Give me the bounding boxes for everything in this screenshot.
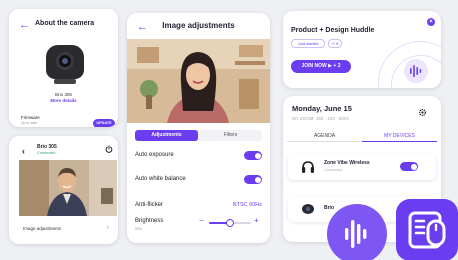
chevron-right-icon: › [106,224,109,231]
gear-icon[interactable] [418,108,427,117]
firmware-label: Firmware [21,115,40,120]
device-row[interactable]: Zone Vibe Wireless Connected [288,154,436,180]
more-details-link[interactable]: More details [9,98,118,103]
camera-preview-video [127,39,270,123]
brightness-increase-button[interactable]: + [254,216,259,225]
auto-white-balance-toggle[interactable] [244,175,262,184]
camera-model: Brio 305 [55,92,72,97]
anti-flicker-select[interactable]: NTSC 60Hz [233,202,262,208]
device-name: Brio 305 [37,144,57,150]
camera-preview-video [19,160,117,216]
auto-exposure-toggle[interactable] [244,151,262,160]
about-camera-title: About the camera [35,20,95,27]
brightness-decrease-button[interactable]: − [199,216,204,225]
camera-preview-card: ‹ Brio 305 Connected Image adjustments › [9,136,118,244]
brightness-value: 50% [135,227,143,231]
tab-filters[interactable]: Filters [199,130,262,141]
tab-adjustments[interactable]: Adjustments [135,130,198,141]
device-name: Zone Vibe Wireless [324,160,370,166]
device-status: Connected [37,151,56,155]
device-toggle[interactable] [400,162,418,171]
brightness-label: Brightness [135,218,164,224]
join-now-button[interactable]: JOIN NOW ▶ + 2 [291,60,351,73]
webcam-icon [302,204,314,214]
zoom-id: MY ZOOM: 155 · 234 · 5601 [292,116,349,121]
about-camera-card: ← About the camera Brio 305 More details… [9,9,118,127]
meeting-status-badge: Just started [291,39,325,48]
firmware-status: Up to date [21,121,38,125]
meeting-card: × Product + Design Huddle Just started ⚇… [283,11,441,88]
headphones-icon [302,161,314,173]
sound-wave-icon [404,59,428,83]
participants-count: 8 [336,41,339,46]
brightness-slider[interactable] [209,219,251,227]
tab-agenda[interactable]: AGENDA [287,130,362,142]
back-arrow-icon[interactable]: ← [19,20,30,31]
image-adjustments-card: ← Image adjustments Adjustments Filters … [127,13,270,243]
adjustments-tabs: Adjustments Filters [135,130,262,141]
mouse-device-icon [408,211,446,249]
power-icon[interactable] [105,145,113,153]
agenda-date: Monday, June 15 [292,104,352,113]
device-app-icon[interactable] [396,199,458,260]
auto-exposure-label: Auto exposure [135,152,174,158]
image-adjustments-label: Image adjustments [23,226,62,231]
participants-badge: ⚇ 8 [328,39,342,48]
sound-wave-app-icon[interactable] [327,204,387,260]
page-title: Image adjustments [162,21,235,30]
update-button[interactable]: UPDATE [93,119,115,127]
auto-white-balance-label: Auto white balance [135,176,186,182]
brightness-slider-thumb[interactable] [226,219,234,227]
sound-wave-icon [345,220,367,248]
back-chevron-icon[interactable]: ‹ [22,146,25,157]
device-status: Connected [324,168,343,172]
anti-flicker-label: Anti-flicker [135,202,164,208]
tab-my-devices[interactable]: MY DEVICES [362,130,437,142]
meeting-title: Product + Design Huddle [291,27,375,34]
close-icon[interactable]: × [427,18,435,26]
image-adjustments-row[interactable]: Image adjustments › [19,222,111,236]
